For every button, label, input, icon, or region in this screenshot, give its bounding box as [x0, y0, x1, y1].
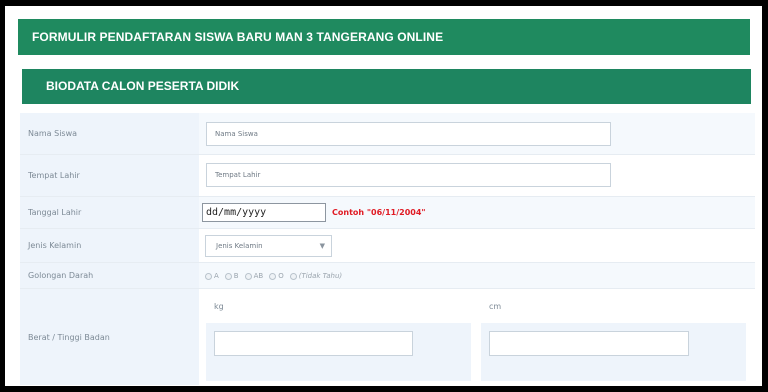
jenis-kelamin-select[interactable]: Jenis Kelamin ▼: [205, 235, 332, 257]
height-unit-label: cm: [489, 302, 502, 311]
row-tempat-lahir: Tempat Lahir Tempat Lahir: [20, 155, 755, 197]
row-berat-tinggi: Berat / Tinggi Badan kg cm: [20, 289, 755, 385]
height-input[interactable]: [489, 331, 689, 356]
radio-icon[interactable]: [244, 272, 252, 280]
jenis-kelamin-selected: Jenis Kelamin: [216, 242, 263, 250]
jenis-kelamin-label: Jenis Kelamin: [20, 229, 199, 262]
chevron-down-icon: ▼: [319, 242, 325, 250]
row-jenis-kelamin: Jenis Kelamin Jenis Kelamin ▼: [20, 229, 755, 263]
radio-option-a[interactable]: A: [205, 272, 219, 280]
page-frame: FORMULIR PENDAFTARAN SISWA BARU MAN 3 TA…: [5, 6, 762, 386]
nama-siswa-label: Nama Siswa: [20, 113, 199, 154]
radio-icon[interactable]: [269, 272, 277, 280]
nama-siswa-input[interactable]: Nama Siswa: [206, 122, 611, 146]
radio-option-ab[interactable]: AB: [244, 272, 263, 280]
radio-option-o[interactable]: O: [269, 272, 284, 280]
berat-tinggi-label: Berat / Tinggi Badan: [20, 289, 199, 385]
weight-input[interactable]: [214, 331, 413, 356]
row-tanggal-lahir: Tanggal Lahir dd/mm/yyyy Contoh "06/11/2…: [20, 197, 755, 229]
tanggal-lahir-input[interactable]: dd/mm/yyyy: [202, 203, 326, 222]
radio-option-tidak-tahu[interactable]: (Tidak Tahu): [289, 272, 342, 280]
tanggal-lahir-hint: Contoh "06/11/2004": [332, 208, 426, 217]
radio-option-b[interactable]: B: [224, 272, 239, 280]
row-golongan-darah: Golongan Darah A B AB O (Tidak Tahu): [20, 263, 755, 289]
golongan-darah-radio-group: A B AB O (Tidak Tahu): [205, 272, 342, 280]
weight-unit-label: kg: [214, 302, 224, 311]
golongan-darah-label: Golongan Darah: [20, 263, 199, 288]
row-nama-siswa: Nama Siswa Nama Siswa: [20, 113, 755, 155]
radio-icon[interactable]: [289, 272, 297, 280]
radio-icon[interactable]: [205, 272, 212, 280]
tempat-lahir-label: Tempat Lahir: [20, 155, 199, 196]
radio-icon[interactable]: [224, 272, 232, 280]
section-header: BIODATA CALON PESERTA DIDIK: [22, 69, 751, 104]
tanggal-lahir-label: Tanggal Lahir: [20, 197, 199, 228]
form-title-banner: FORMULIR PENDAFTARAN SISWA BARU MAN 3 TA…: [18, 19, 750, 55]
tempat-lahir-input[interactable]: Tempat Lahir: [206, 163, 611, 187]
